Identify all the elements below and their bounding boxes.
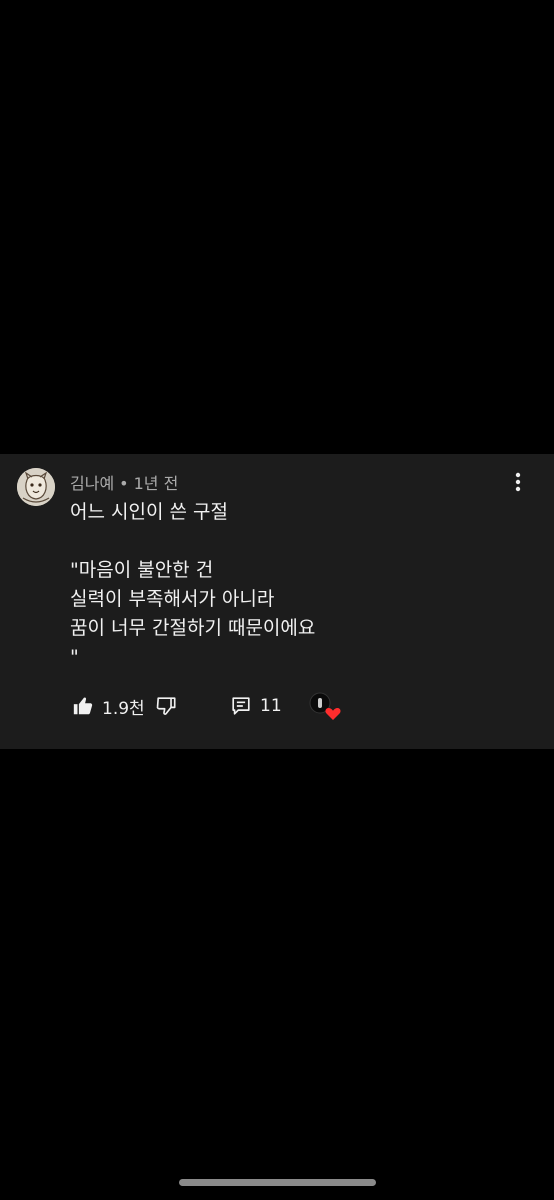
- avatar-sketch-icon: [17, 468, 55, 506]
- comment-card: 김나예 • 1년 전 어느 시인이 쓴 구절 "마음이 불안한 건 실력이 부족해서…: [0, 454, 554, 749]
- comment-actions: 1.9천 11: [72, 692, 552, 720]
- like-count: 1.9천: [102, 698, 145, 719]
- meta-separator: •: [119, 474, 129, 493]
- creator-heart: [308, 692, 342, 720]
- avatar[interactable]: [17, 468, 55, 506]
- thumbs-down-icon: [156, 697, 176, 715]
- more-options-button[interactable]: [504, 468, 532, 496]
- heart-icon: [309, 692, 341, 720]
- comment-line: 실력이 부족해서가 아니라: [70, 588, 275, 610]
- reply-button[interactable]: 11: [230, 692, 282, 720]
- screen: 김나예 • 1년 전 어느 시인이 쓴 구절 "마음이 불안한 건 실력이 부족해서…: [0, 0, 554, 1200]
- comment-line: 꿈이 너무 간절하기 때문이에요: [70, 617, 316, 639]
- like-button[interactable]: 1.9천: [72, 692, 145, 720]
- comment-line: [70, 527, 530, 556]
- thumbs-up-icon: [73, 697, 93, 715]
- home-indicator[interactable]: [179, 1179, 376, 1186]
- comment-meta: 김나예 • 1년 전: [70, 470, 178, 494]
- comment-line: "마음이 불안한 건: [70, 559, 214, 581]
- comment-line: 어느 시인이 쓴 구절: [70, 501, 228, 523]
- comment-text: 어느 시인이 쓴 구절 "마음이 불안한 건 실력이 부족해서가 아니라 꿈이 …: [70, 498, 530, 672]
- comment-time: 1년 전: [133, 474, 179, 493]
- comment-line: ": [70, 646, 79, 668]
- author-name[interactable]: 김나예: [70, 474, 114, 493]
- kebab-icon: [515, 472, 521, 492]
- reply-count: 11: [260, 696, 282, 716]
- comment-icon: [232, 697, 250, 715]
- dislike-button[interactable]: [155, 692, 177, 720]
